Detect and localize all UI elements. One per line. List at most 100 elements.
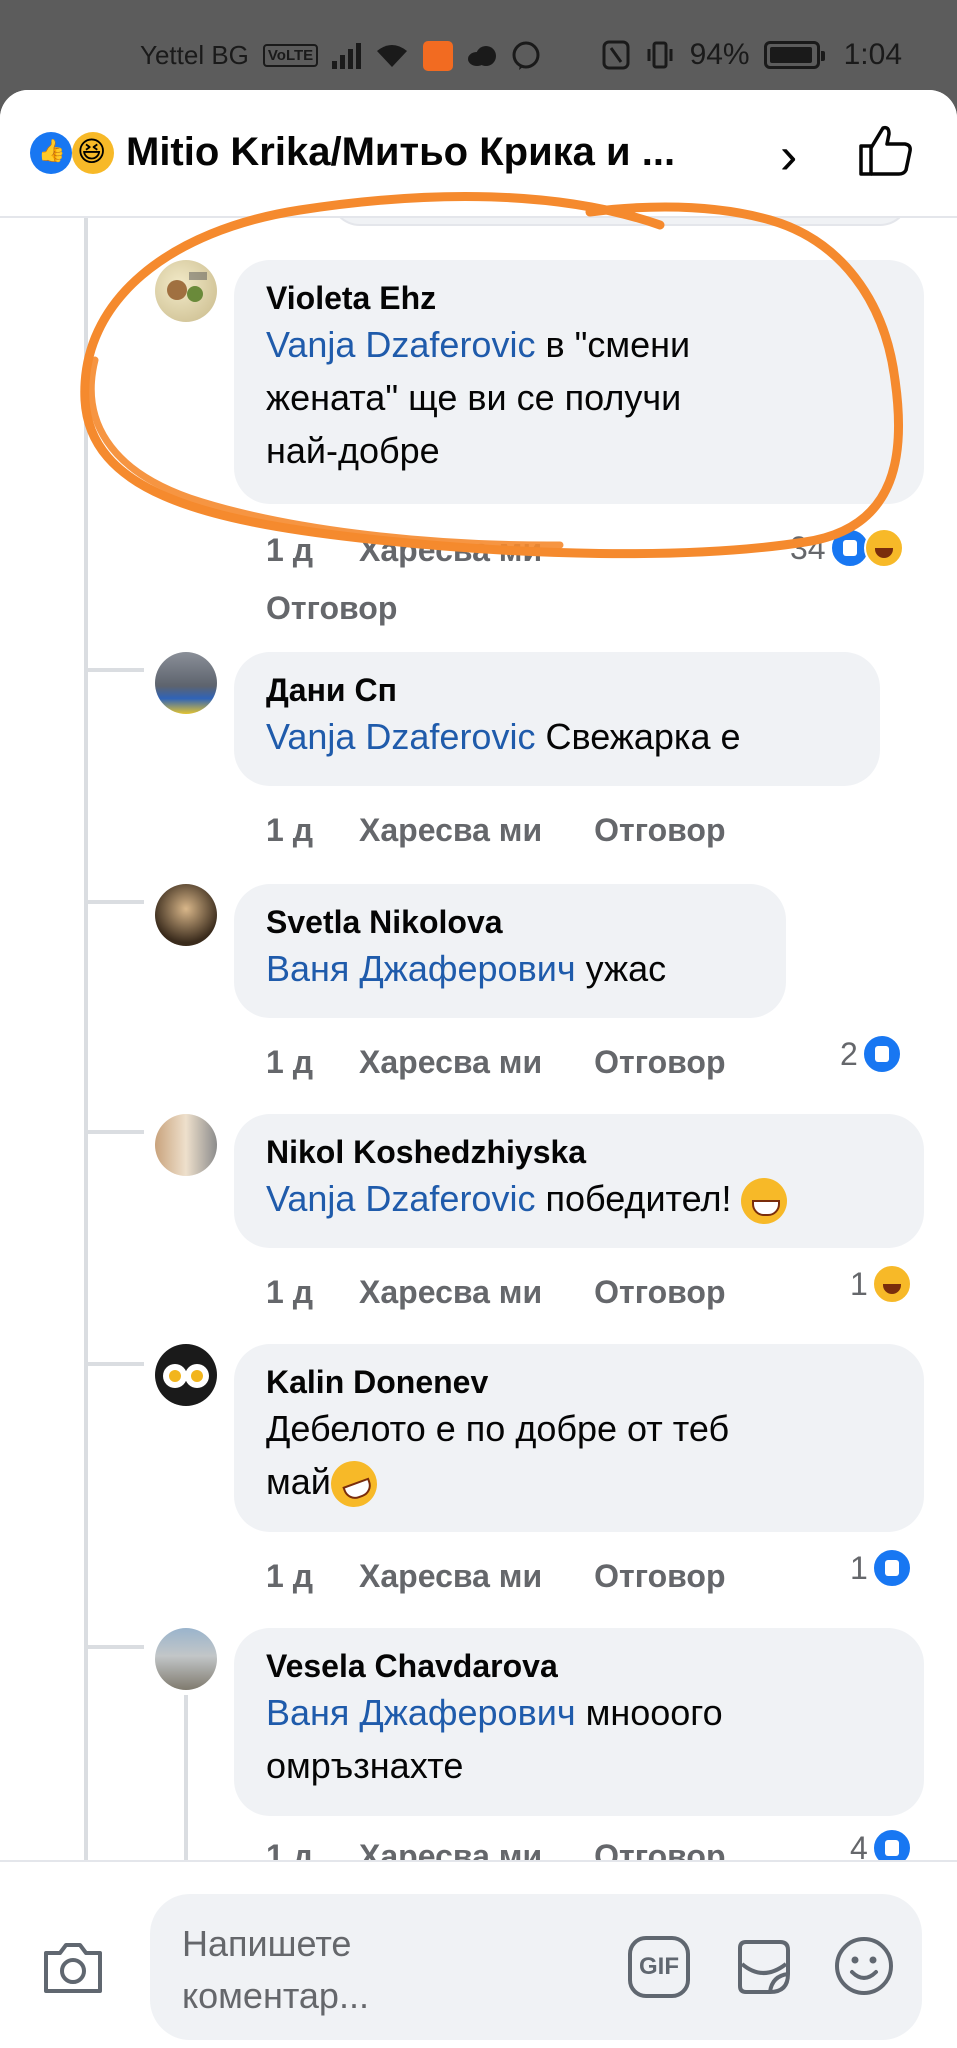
comment-placeholder: Напишете коментар...: [182, 1923, 369, 2016]
comment-time: 1 д: [266, 532, 313, 568]
signal-icon: [332, 42, 362, 69]
comment-text-line: Дебелото е по добре от теб: [266, 1408, 730, 1449]
mention-link[interactable]: Vanja Dzaferovic: [266, 324, 535, 365]
comment-actions: 1 д Харесва ми Отговор: [266, 1044, 726, 1081]
comment-author[interactable]: Violeta Ehz: [266, 278, 894, 318]
reply-link[interactable]: Отговор: [594, 1558, 725, 1595]
chevron-right-icon[interactable]: ›: [780, 126, 797, 186]
reaction-summary[interactable]: 1: [850, 1548, 912, 1588]
cloud-icon: [468, 45, 497, 66]
reply-thread-line: [184, 1695, 188, 1865]
comment-author[interactable]: Nikol Koshedzhiyska: [266, 1132, 894, 1172]
reply-link[interactable]: Отговор: [266, 590, 397, 627]
mention-link[interactable]: Vanja Dzaferovic: [266, 716, 535, 757]
comment-actions: 1 д Харесва ми Отговор: [266, 1558, 726, 1595]
comment-actions: 1 д Харесва ми: [266, 532, 542, 569]
gif-button[interactable]: GIF: [628, 1936, 690, 1998]
haha-reaction-icon: [72, 132, 114, 174]
reaction-count: 2: [840, 1035, 858, 1072]
avatar[interactable]: [155, 1344, 217, 1406]
comment-time: 1 д: [266, 1274, 313, 1310]
comment-time: 1 д: [266, 1558, 313, 1594]
reaction-count: 1: [850, 1549, 868, 1586]
thread-branch: [84, 668, 144, 672]
wifi-icon: [377, 44, 408, 67]
aliexpress-icon: [423, 40, 454, 71]
comment-bubble[interactable]: Kalin Donenev Дебелото е по добре от теб…: [234, 1344, 924, 1532]
thread-line: [84, 218, 88, 1918]
emoji-icon[interactable]: [832, 1934, 896, 1998]
grinning-emoji-icon: [741, 1178, 788, 1225]
comment-author[interactable]: Vesela Chavdarova: [266, 1646, 894, 1686]
avatar[interactable]: [155, 652, 217, 714]
thread-branch: [84, 1645, 144, 1649]
comment-actions-reply-row: Отговор: [266, 590, 397, 627]
viber-icon: [512, 41, 540, 70]
like-link[interactable]: Харесва ми: [359, 532, 542, 569]
like-reaction-icon: [871, 1548, 912, 1588]
post-title[interactable]: Mitio Krika/Митьо Крика и ...: [126, 130, 756, 175]
reaction-summary[interactable]: 1: [850, 1264, 912, 1304]
haha-reaction-icon: [871, 1264, 912, 1304]
reaction-summary[interactable]: 2: [840, 1034, 902, 1074]
reply-link[interactable]: Отговор: [594, 1044, 725, 1081]
thread-branch: [84, 900, 144, 904]
volte-badge: VoLTE: [262, 44, 319, 67]
battery-icon: [763, 41, 825, 69]
comment-actions: 1 д Харесва ми Отговор: [266, 1274, 726, 1311]
comment-text-line: най-добре: [266, 430, 440, 471]
mention-link[interactable]: Ваня Джаферович: [266, 1692, 576, 1733]
carrier-label: Yettel BG: [140, 40, 249, 70]
avatar[interactable]: [155, 260, 217, 322]
comments-sheet: Mitio Krika/Митьо Крика и ... › Violeta …: [0, 90, 957, 2048]
comment-bubble[interactable]: Violeta Ehz Vanja Dzaferovic в "смени же…: [234, 260, 924, 504]
battery-percent: 94%: [689, 38, 750, 71]
sticker-icon[interactable]: [730, 1934, 796, 2000]
comment-bubble[interactable]: Vesela Chavdarova Ваня Джаферович мнооог…: [234, 1628, 924, 1816]
comment-actions: 1 д Харесва ми Отговор: [266, 812, 726, 849]
camera-icon[interactable]: [40, 1937, 106, 1997]
comment-composer: Напишете коментар... GIF: [0, 1860, 957, 2048]
post-header: Mitio Krika/Митьо Крика и ... ›: [0, 90, 957, 218]
vibrate-icon: [647, 41, 673, 69]
comment-text: Vanja Dzaferovic победител!: [266, 1172, 894, 1225]
comment-text-line: омръзнахте: [266, 1745, 464, 1786]
reply-link[interactable]: Отговор: [594, 1274, 725, 1311]
comment-text: Vanja Dzaferovic в "смени: [266, 324, 691, 365]
nfc-icon: [602, 40, 630, 70]
comment-text: Ваня Джаферович мнооого: [266, 1692, 723, 1733]
rofl-emoji-icon: [324, 1455, 384, 1514]
comment-text: май: [266, 1455, 894, 1514]
like-link[interactable]: Харесва ми: [359, 1274, 542, 1311]
comment-bubble[interactable]: Svetla Nikolova Ваня Джаферович ужас: [234, 884, 786, 1018]
reply-link[interactable]: Отговор: [594, 812, 725, 849]
like-thumb-icon[interactable]: [855, 120, 915, 180]
thread-branch: [84, 1362, 144, 1366]
reaction-summary[interactable]: 34: [790, 528, 904, 568]
comment-time: 1 д: [266, 812, 313, 848]
like-link[interactable]: Харесва ми: [359, 812, 542, 849]
comment-author[interactable]: Дани Сп: [266, 670, 850, 710]
avatar[interactable]: [155, 1114, 217, 1176]
clock: 1:04: [843, 38, 902, 71]
comment-input[interactable]: Напишете коментар... GIF: [150, 1894, 922, 2040]
like-reaction-icon: [30, 132, 72, 174]
reaction-count: 34: [790, 529, 826, 566]
like-link[interactable]: Харесва ми: [359, 1044, 542, 1081]
reaction-count: 1: [850, 1265, 868, 1302]
avatar[interactable]: [155, 1628, 217, 1690]
comment-text: Ваня Джаферович ужас: [266, 948, 667, 989]
comment-bubble[interactable]: Nikol Koshedzhiyska Vanja Dzaferovic поб…: [234, 1114, 924, 1248]
comment-text-line: жената" ще ви се получи: [266, 377, 682, 418]
like-reaction-icon: [861, 1034, 902, 1074]
comment-time: 1 д: [266, 1044, 313, 1080]
avatar[interactable]: [155, 884, 217, 946]
like-link[interactable]: Харесва ми: [359, 1558, 542, 1595]
thread-branch: [84, 1130, 144, 1134]
mention-link[interactable]: Vanja Dzaferovic: [266, 1178, 535, 1219]
comment-author[interactable]: Svetla Nikolova: [266, 902, 756, 942]
comment-author[interactable]: Kalin Donenev: [266, 1362, 894, 1402]
comment-bubble[interactable]: Дани Сп Vanja Dzaferovic Свежарка е: [234, 652, 880, 786]
haha-reaction-icon: [863, 528, 904, 568]
mention-link[interactable]: Ваня Джаферович: [266, 948, 576, 989]
